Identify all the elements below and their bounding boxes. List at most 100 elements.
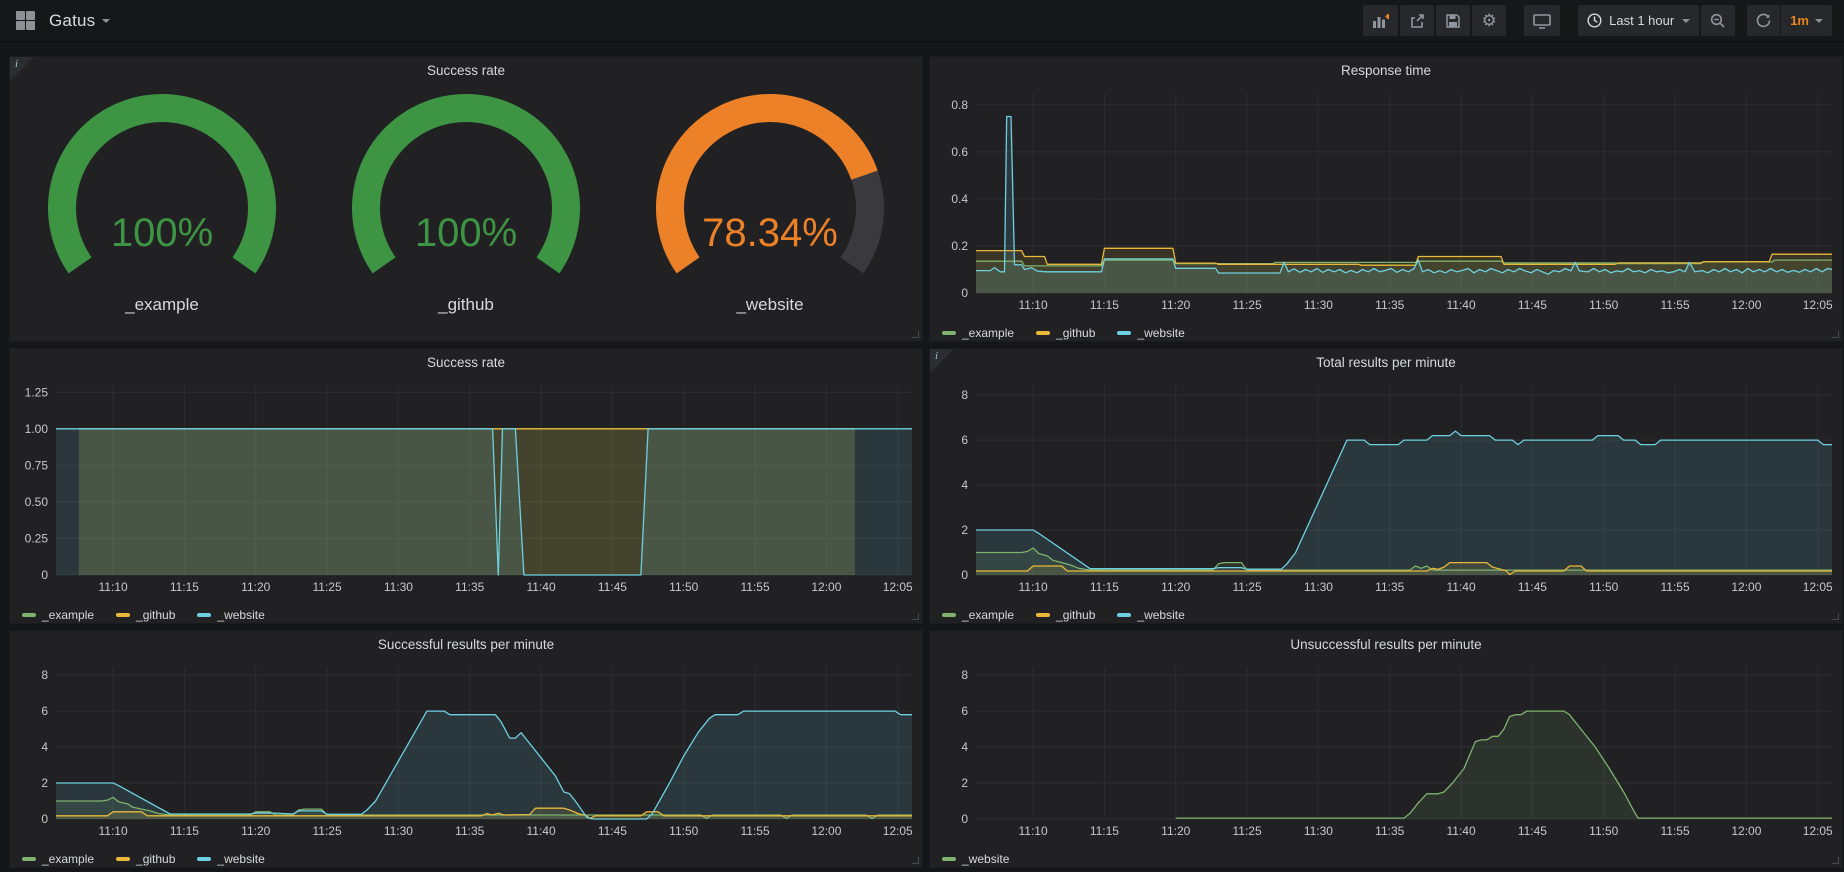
x-tick-label: 11:35 <box>455 824 484 838</box>
x-tick-label: 11:30 <box>1304 824 1333 838</box>
time-range-picker[interactable]: Last 1 hour <box>1578 5 1699 36</box>
x-tick-label: 11:35 <box>1375 580 1404 594</box>
x-tick-label: 11:50 <box>1589 824 1618 838</box>
legend-item-_github[interactable]: _github <box>1036 326 1095 340</box>
zoom-out-button[interactable] <box>1701 5 1735 36</box>
tv-mode-button[interactable] <box>1524 5 1560 36</box>
gear-icon: ⚙ <box>1482 12 1497 29</box>
x-tick-label: 11:35 <box>1375 298 1404 312</box>
x-tick-label: 11:15 <box>170 580 199 594</box>
legend-swatch <box>197 613 211 617</box>
legend-item-_github[interactable]: _github <box>116 852 175 866</box>
x-tick-label: 11:35 <box>1375 824 1404 838</box>
x-tick-label: 11:40 <box>526 824 555 838</box>
gauge-value: 100% <box>316 211 616 256</box>
add-panel-button[interactable] <box>1363 5 1398 36</box>
legend-item-_website[interactable]: _website <box>942 852 1009 866</box>
x-tick-label: 12:05 <box>1803 580 1833 594</box>
series-fill-_website <box>56 429 912 575</box>
zoom-out-icon <box>1710 13 1726 29</box>
panel-title[interactable]: Unsuccessful results per minute <box>930 631 1842 657</box>
total-results-chart[interactable]: 11:1011:1511:2011:2511:3011:3511:4011:45… <box>930 375 1842 597</box>
refresh-button[interactable] <box>1747 5 1780 36</box>
x-tick-label: 11:55 <box>1660 580 1689 594</box>
legend-swatch <box>1117 613 1131 617</box>
panel-title[interactable]: Success rate <box>10 57 922 83</box>
legend: _example _github _website <box>930 602 1842 628</box>
y-tick-label: 0 <box>41 812 48 826</box>
x-tick-label: 11:20 <box>241 824 270 838</box>
panel-title[interactable]: Successful results per minute <box>10 631 922 657</box>
y-tick-label: 0.4 <box>951 192 968 206</box>
legend: _example _github _website <box>10 846 922 872</box>
x-tick-label: 12:05 <box>1803 298 1833 312</box>
gauge-label: _github <box>438 295 494 315</box>
y-tick-label: 0 <box>961 286 968 300</box>
y-tick-label: 0.8 <box>951 98 968 112</box>
x-tick-label: 11:25 <box>312 824 341 838</box>
clock-icon <box>1587 13 1602 28</box>
success-rate-chart[interactable]: 11:1011:1511:2011:2511:3011:3511:4011:45… <box>10 375 922 597</box>
legend-swatch <box>22 613 36 617</box>
dashboard-title[interactable]: Gatus <box>49 11 95 31</box>
legend-swatch <box>1036 613 1050 617</box>
navbar: Gatus <box>0 0 1844 42</box>
series-fill-_website <box>1176 711 1832 819</box>
panel-title[interactable]: Response time <box>930 57 1842 83</box>
x-tick-label: 12:05 <box>883 580 913 594</box>
x-tick-label: 11:50 <box>669 824 698 838</box>
gauge-value: 100% <box>12 211 312 256</box>
y-tick-label: 6 <box>41 704 48 718</box>
monitor-icon <box>1533 13 1551 29</box>
dashboard-dropdown-caret-icon[interactable] <box>102 19 110 23</box>
x-tick-label: 11:50 <box>669 580 698 594</box>
legend-item-_github[interactable]: _github <box>1036 608 1095 622</box>
y-tick-label: 0.6 <box>951 145 968 159</box>
legend-item-_website[interactable]: _website <box>1117 326 1184 340</box>
panel-success-rate-timeseries: Success rate 11:1011:1511:2011:2511:3011… <box>9 348 923 624</box>
legend-item-_example[interactable]: _example <box>22 608 94 622</box>
x-tick-label: 11:50 <box>1589 298 1618 312</box>
x-tick-label: 11:55 <box>1660 298 1689 312</box>
add-panel-icon <box>1372 13 1389 29</box>
legend-label: _website <box>217 608 264 622</box>
legend-swatch <box>1036 331 1050 335</box>
share-button[interactable] <box>1400 5 1434 36</box>
y-tick-label: 8 <box>41 668 48 682</box>
gauge-arc-github <box>316 93 616 293</box>
gauge-github: 100% _github <box>316 93 616 315</box>
refresh-interval-caret-icon <box>1815 19 1823 23</box>
response-time-chart[interactable]: 11:1011:1511:2011:2511:3011:3511:4011:45… <box>930 83 1842 315</box>
save-button[interactable] <box>1436 5 1470 36</box>
x-tick-label: 11:55 <box>740 824 769 838</box>
panel-title[interactable]: Total results per minute <box>930 349 1842 375</box>
legend-item-_github[interactable]: _github <box>116 608 175 622</box>
legend-item-_website[interactable]: _website <box>197 608 264 622</box>
successful-results-chart[interactable]: 11:1011:1511:2011:2511:3011:3511:4011:45… <box>10 657 922 841</box>
x-tick-label: 12:00 <box>1731 824 1761 838</box>
panel-title[interactable]: Success rate <box>10 349 922 375</box>
legend-item-_website[interactable]: _website <box>1117 608 1184 622</box>
x-tick-label: 11:35 <box>455 580 484 594</box>
x-tick-label: 11:25 <box>1232 298 1261 312</box>
legend-swatch <box>197 857 211 861</box>
unsuccessful-results-chart[interactable]: 11:1011:1511:2011:2511:3011:3511:4011:45… <box>930 657 1842 841</box>
settings-button[interactable]: ⚙ <box>1472 5 1506 36</box>
grafana-logo-icon[interactable] <box>16 11 35 30</box>
x-tick-label: 11:15 <box>170 824 199 838</box>
legend-item-_website[interactable]: _website <box>197 852 264 866</box>
x-tick-label: 11:45 <box>598 580 627 594</box>
panel-info-corner[interactable] <box>10 57 34 81</box>
legend-item-_example[interactable]: _example <box>22 852 94 866</box>
refresh-interval-button[interactable]: 1m <box>1780 5 1832 36</box>
share-icon <box>1409 13 1425 29</box>
panel-info-corner[interactable] <box>930 349 954 373</box>
legend-label: _github <box>136 852 175 866</box>
y-tick-label: 4 <box>961 740 968 754</box>
x-tick-label: 11:10 <box>98 580 127 594</box>
legend-swatch <box>116 613 130 617</box>
legend-label: _example <box>962 326 1014 340</box>
legend-item-_example[interactable]: _example <box>942 326 1014 340</box>
legend-item-_example[interactable]: _example <box>942 608 1014 622</box>
gauges-row: 100% _example 100% _github 78.34% _websi… <box>10 83 922 315</box>
